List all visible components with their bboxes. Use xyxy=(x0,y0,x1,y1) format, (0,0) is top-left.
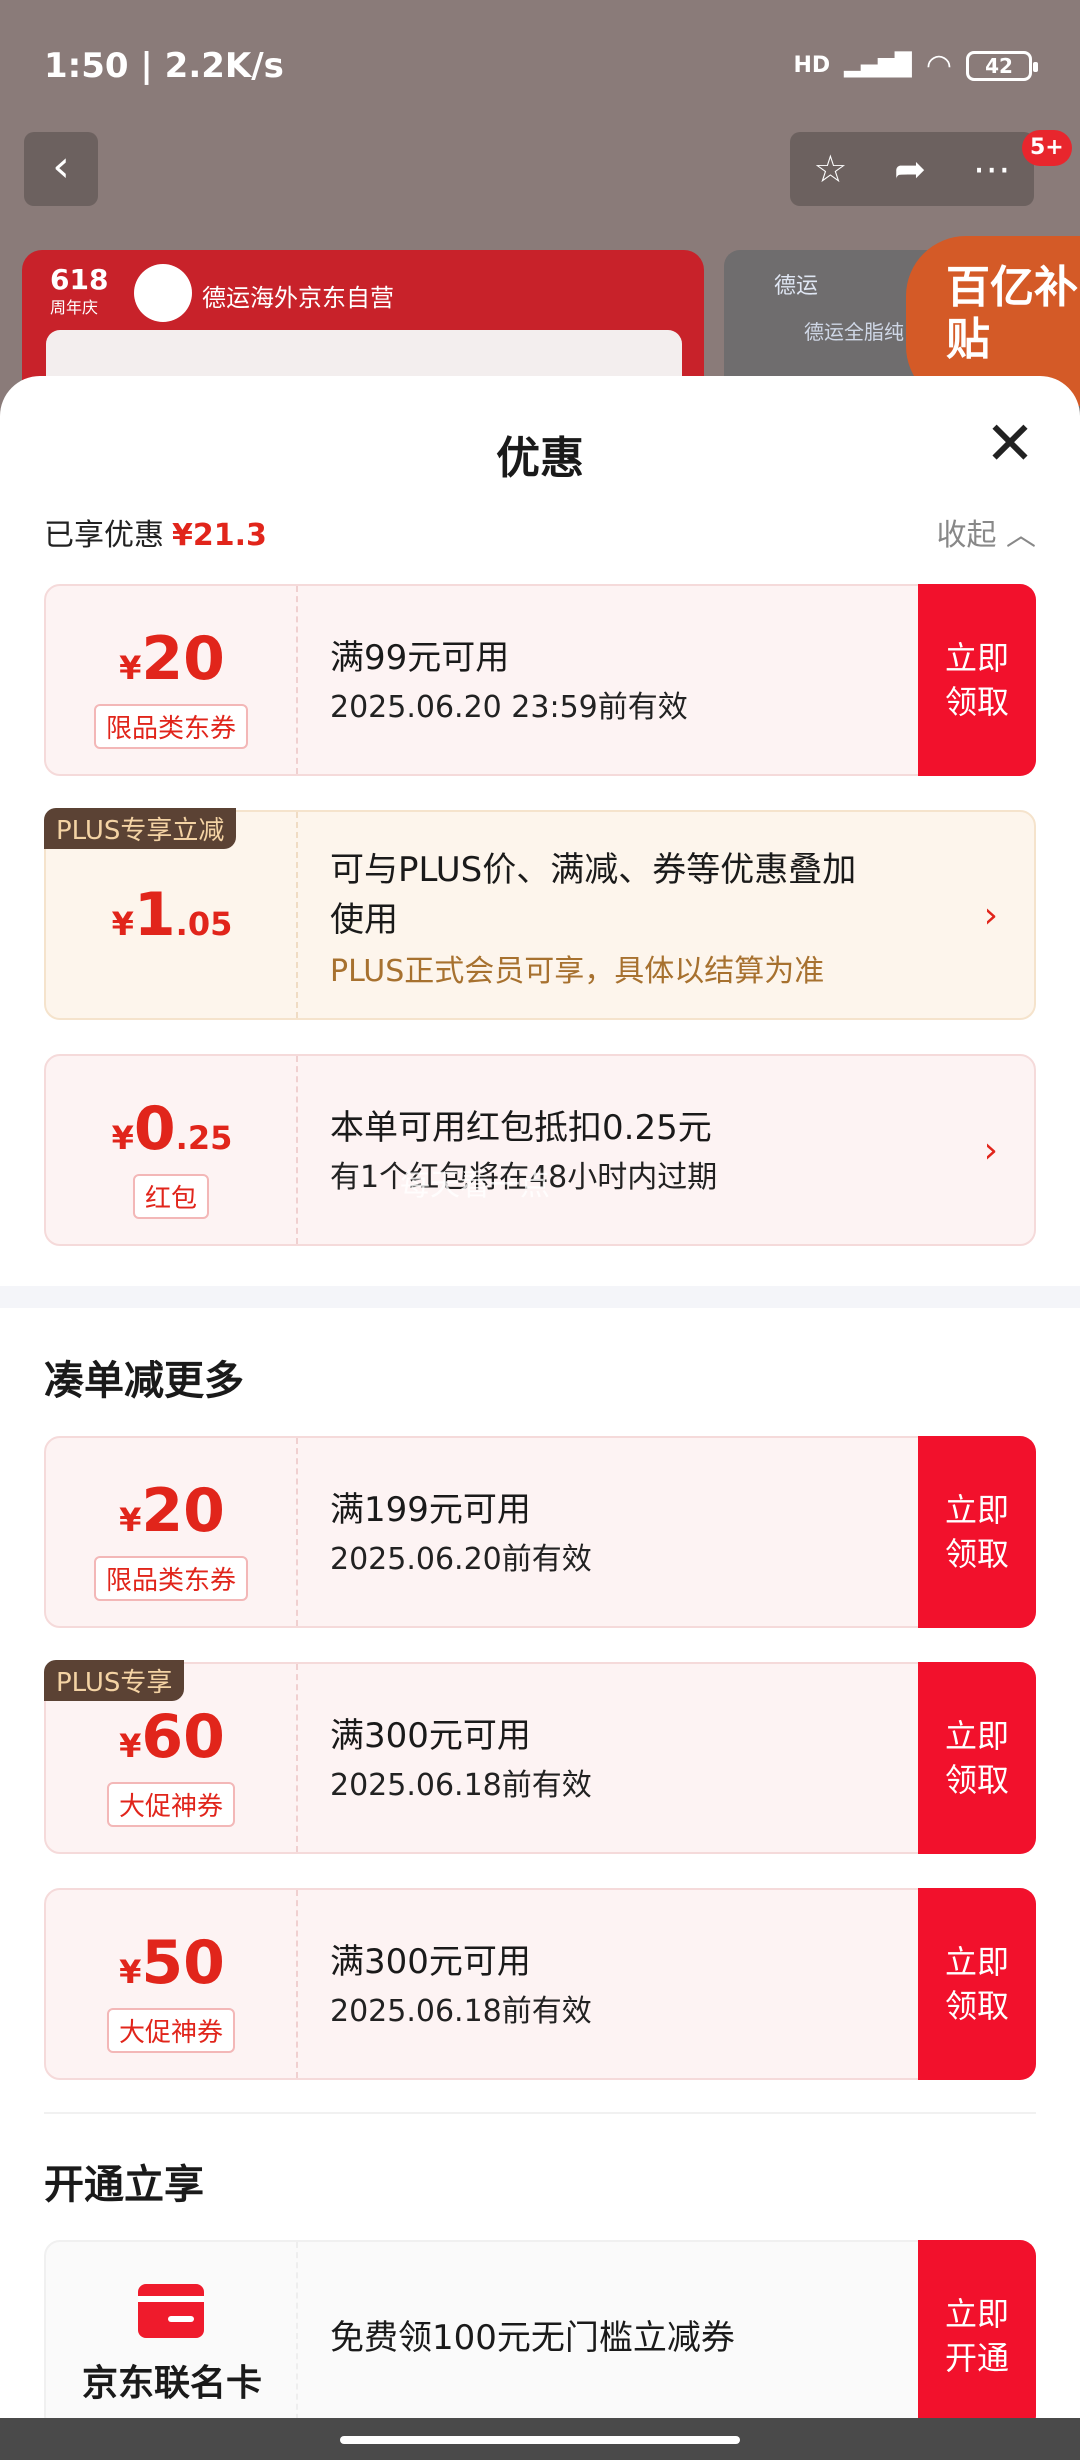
coupon-tag: 大促神券 xyxy=(106,1782,236,1827)
status-time: 1:50 | 2.2K/s xyxy=(44,46,284,86)
coupon-card: PLUS专享 ¥60 大促神券 满300元可用 2025.06.18前有效 立即… xyxy=(44,1660,1036,1854)
open-card-button[interactable]: 立即 开通 xyxy=(918,2240,1036,2432)
share-icon[interactable]: ➦ xyxy=(894,147,926,191)
coupon-expiry: 2025.06.20 23:59前有效 xyxy=(330,690,688,725)
plus-desc-line1: 可与PLUS价、满减、券等优惠叠加 xyxy=(330,850,857,890)
red-packet-desc: 本单可用红包抵扣0.25元 xyxy=(330,1108,712,1148)
section-title-more: 凑单减更多 xyxy=(44,1358,244,1404)
card-name: 京东联名卡 xyxy=(81,2363,262,2404)
red-packet-card[interactable]: ¥0.25 红包 本单可用红包抵扣0.25元 有1个红包将在48小时内过期 › xyxy=(44,1054,1036,1246)
watermark: 每天看一点 xyxy=(400,1168,550,1203)
chevron-left-icon: ‹ xyxy=(52,141,70,192)
star-icon[interactable]: ☆ xyxy=(813,147,847,191)
coupon-expiry: 2025.06.18前有效 xyxy=(330,1768,592,1803)
coupon-tag: 限品类东券 xyxy=(93,1556,249,1601)
collapse-button[interactable]: 收起 ︿ xyxy=(936,510,1036,554)
coupon-value: ¥1.05 xyxy=(46,812,298,1018)
anniversary-logo: 618 周年庆 xyxy=(50,263,109,318)
card-offer: 免费领100元无门槛立减券 xyxy=(330,2318,735,2358)
coupon-value: ¥0.25 红包 xyxy=(46,1056,298,1244)
coupon-expiry: 2025.06.18前有效 xyxy=(330,1994,592,2029)
coupon-condition: 满99元可用 xyxy=(330,638,510,678)
coupon-tag: 限品类东券 xyxy=(93,704,249,749)
coupon-value: ¥60 大促神券 xyxy=(46,1664,298,1852)
message-badge: 5+ xyxy=(1022,130,1072,166)
claim-button[interactable]: 立即 领取 xyxy=(918,1436,1036,1628)
coupon-card: ¥20 限品类东券 满99元可用 2025.06.20 23:59前有效 立即领… xyxy=(44,584,1036,776)
coupon-tag: 红包 xyxy=(132,1174,210,1219)
side-brand: 德运 xyxy=(774,274,819,299)
discount-sheet: 优惠 ✕ 已享优惠 ¥21.3 收起 ︿ ¥20 限品类东券 满99元可用 202… xyxy=(0,376,1080,2460)
brand-logo xyxy=(134,264,192,322)
coupon-value: ¥20 限品类东券 xyxy=(46,1438,298,1626)
coupon-condition: 满199元可用 xyxy=(330,1490,531,1530)
store-name: 德运海外京东自营 xyxy=(202,284,394,312)
claim-button[interactable]: 立即 领取 xyxy=(918,1662,1036,1854)
close-icon[interactable]: ✕ xyxy=(980,414,1040,476)
chevron-right-icon: › xyxy=(983,1129,998,1171)
co-brand-card: 京东联名卡 免费领100元无门槛立减券 立即 开通 xyxy=(44,2240,1036,2432)
chevron-up-icon: ︿ xyxy=(1006,518,1036,553)
claim-button[interactable]: 立即 领取 xyxy=(918,1888,1036,2080)
plus-discount-card[interactable]: PLUS专享立减 ¥1.05 可与PLUS价、满减、券等优惠叠加 使用 PLUS… xyxy=(44,808,1036,1020)
card-value: 京东联名卡 xyxy=(46,2242,298,2430)
more-icon[interactable]: ⋯ xyxy=(973,147,1011,191)
gesture-bar xyxy=(0,2418,1080,2460)
enjoyed-label: 已享优惠 xyxy=(44,518,164,553)
wifi-icon: ◠ xyxy=(925,48,952,83)
coupon-tag: 大促神券 xyxy=(106,2008,236,2053)
enjoyed-amount: ¥21.3 xyxy=(172,518,267,553)
coupon-value: ¥20 限品类东券 xyxy=(46,586,298,774)
coupon-condition: 满300元可用 xyxy=(330,1942,531,1982)
chevron-right-icon: › xyxy=(983,894,998,936)
header-toolbar: ☆ ➦ ⋯ xyxy=(790,132,1034,206)
side-product-name: 德运全脂纯 xyxy=(804,320,904,344)
thin-divider xyxy=(44,2112,1036,2114)
back-button[interactable]: ‹ xyxy=(24,132,98,206)
section-divider xyxy=(0,1286,1080,1308)
plus-note: PLUS正式会员可享，具体以结算为准 xyxy=(330,954,825,989)
cell-signal-icon: ▂▄▆█ xyxy=(844,53,912,78)
coupon-condition: 满300元可用 xyxy=(330,1716,531,1756)
plus-desc-line2: 使用 xyxy=(330,900,398,940)
section-title-open: 开通立享 xyxy=(44,2162,204,2208)
enjoyed-discount: 已享优惠 ¥21.3 xyxy=(44,510,267,554)
collapse-label: 收起 xyxy=(936,518,997,553)
signal-icon: HD xyxy=(793,53,831,78)
battery-icon: 42 xyxy=(966,50,1038,81)
coupon-value: ¥50 大促神券 xyxy=(46,1890,298,2078)
coupon-card: ¥50 大促神券 满300元可用 2025.06.18前有效 立即 领取 xyxy=(44,1888,1036,2080)
coupon-card: ¥20 限品类东券 满199元可用 2025.06.20前有效 立即 领取 xyxy=(44,1436,1036,1628)
coupon-expiry: 2025.06.20前有效 xyxy=(330,1542,592,1577)
credit-card-icon xyxy=(138,2284,204,2338)
claim-button[interactable]: 立即 领取 xyxy=(918,584,1036,776)
status-bar: 1:50 | 2.2K/s HD ▂▄▆█ ◠ 42 xyxy=(0,0,1080,130)
home-indicator[interactable] xyxy=(340,2436,740,2444)
sheet-title: 优惠 xyxy=(496,433,584,484)
